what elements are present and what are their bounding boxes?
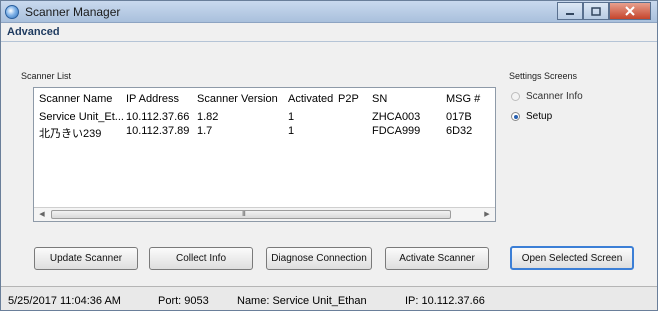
maximize-button[interactable] xyxy=(583,2,609,20)
status-port: Port: 9053 xyxy=(158,295,209,307)
section-title: Advanced xyxy=(7,26,60,38)
scanner-version-cell: 1.7 xyxy=(197,125,213,137)
horizontal-scrollbar[interactable]: ◀ III ▶ xyxy=(34,207,495,221)
close-icon xyxy=(625,6,635,16)
radio-setup[interactable]: Setup xyxy=(511,109,552,123)
minimize-icon xyxy=(566,13,574,15)
scanner-list[interactable]: Scanner Name IP Address Scanner Version … xyxy=(33,87,496,222)
scanner-version-cell: 1.82 xyxy=(197,111,219,123)
scroll-right-icon[interactable]: ▶ xyxy=(479,208,495,221)
column-header[interactable]: MSG # xyxy=(446,93,480,105)
scanner-list-label: Scanner List xyxy=(21,71,72,81)
section-header: Advanced xyxy=(1,23,657,61)
status-bar: 5/25/2017 11:04:36 AM Port: 9053 Name: S… xyxy=(1,286,657,310)
window-controls xyxy=(557,2,651,20)
status-datetime: 5/25/2017 11:04:36 AM xyxy=(8,295,121,307)
column-header[interactable]: P2P xyxy=(338,93,359,105)
activated-cell: 1 xyxy=(288,111,295,123)
sn-cell: ZHCA003 xyxy=(372,111,421,123)
scanner-name-cell: Service Unit_Et... xyxy=(39,111,124,123)
settings-screens-label: Settings Screens xyxy=(509,71,578,81)
radio-icon[interactable] xyxy=(511,91,520,101)
update-scanner-button[interactable]: Update Scanner xyxy=(34,247,138,270)
msg-cell: 6D32 xyxy=(446,125,473,137)
open-selected-screen-button[interactable]: Open Selected Screen xyxy=(510,246,634,270)
column-header[interactable]: SN xyxy=(372,93,387,105)
title-bar[interactable]: Scanner Manager xyxy=(1,1,657,23)
window-title: Scanner Manager xyxy=(25,5,121,19)
sn-cell: FDCA999 xyxy=(372,125,421,137)
header-divider xyxy=(1,41,657,42)
ip-address-cell: 10.112.37.66 xyxy=(126,111,190,123)
radio-label: Setup xyxy=(526,110,553,122)
scroll-grip: III xyxy=(242,211,246,218)
collect-info-button[interactable]: Collect Info xyxy=(149,247,253,270)
radio-label: Scanner Info xyxy=(526,90,583,102)
maximize-icon xyxy=(591,6,601,16)
status-ip: IP: 10.112.37.66 xyxy=(405,295,485,307)
column-header[interactable]: Scanner Name xyxy=(39,93,112,105)
msg-cell: 017B xyxy=(446,111,472,123)
scrollbar-thumb[interactable]: III xyxy=(51,210,451,219)
column-header[interactable]: Activated xyxy=(288,93,333,105)
radio-selected-icon[interactable] xyxy=(511,111,520,121)
diagnose-connection-button[interactable]: Diagnose Connection xyxy=(266,247,372,270)
app-icon xyxy=(5,5,19,19)
scanner-manager-window: Scanner Manager Advanced Scanner List Sc… xyxy=(0,0,658,311)
ip-address-cell: 10.112.37.89 xyxy=(126,125,190,137)
activate-scanner-button[interactable]: Activate Scanner xyxy=(385,247,489,270)
minimize-button[interactable] xyxy=(557,2,583,20)
column-header[interactable]: IP Address xyxy=(126,93,179,105)
scroll-left-icon[interactable]: ◀ xyxy=(34,208,50,221)
column-header[interactable]: Scanner Version xyxy=(197,93,278,105)
close-button[interactable] xyxy=(609,2,651,20)
activated-cell: 1 xyxy=(288,125,295,137)
scanner-name-cell: 北乃きい239 xyxy=(39,128,102,140)
status-name: Name: Service Unit_Ethan xyxy=(237,295,367,307)
radio-scanner-info[interactable]: Scanner Info xyxy=(511,89,583,103)
